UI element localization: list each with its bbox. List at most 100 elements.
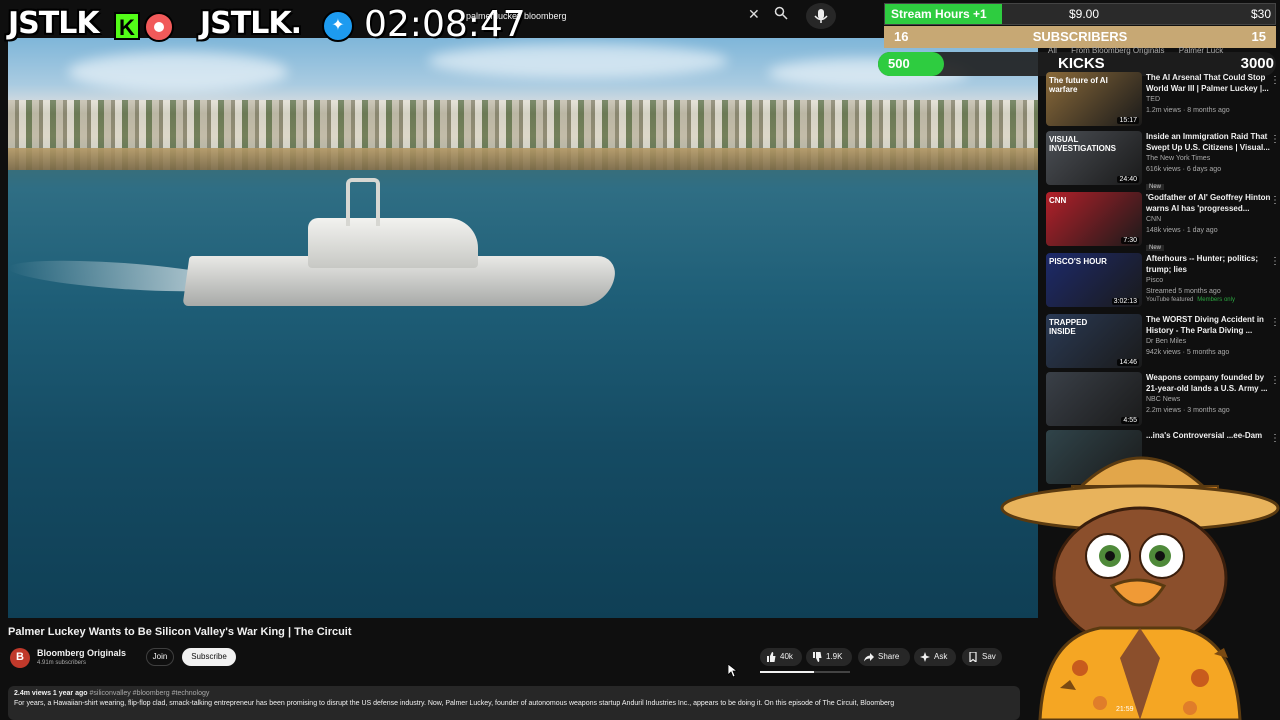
avatar[interactable] [10, 648, 30, 668]
video-title-link[interactable]: Inside an Immigration Raid That Swept Up… [1146, 131, 1272, 153]
mouse-cursor-icon [728, 664, 738, 678]
channel-name[interactable]: CNN [1146, 214, 1272, 225]
video-thumbnail[interactable]: The future of AI warfare 15:17 [1046, 72, 1142, 126]
thumbs-up-icon [767, 652, 776, 662]
video-meta: Afterhours -- Hunter; politics; trump; l… [1146, 253, 1272, 303]
twitter-bird-icon: ✦ [322, 10, 354, 42]
video-meta: Weapons company founded by 21-year-old l… [1146, 372, 1272, 416]
video-duration: 3:02:13 [1111, 298, 1139, 305]
join-button[interactable]: Join [146, 648, 174, 666]
save-button[interactable]: Sav [962, 648, 1002, 666]
hashtags[interactable]: #siliconvalley #bloomberg #technology [90, 690, 210, 697]
share-button[interactable]: Share [858, 648, 910, 666]
more-vert-icon[interactable]: ⋮ [1270, 133, 1280, 147]
more-vert-icon[interactable]: ⋮ [1270, 255, 1280, 269]
mic-icon[interactable] [806, 3, 836, 29]
stream-hours-goal: Stream Hours +1 $9.00 $30 [884, 3, 1276, 25]
more-vert-icon[interactable]: ⋮ [1270, 374, 1280, 388]
list-item[interactable]: The future of AI warfare 15:17 The AI Arse… [1046, 72, 1280, 130]
video-meta: Inside an Immigration Raid That Swept Up… [1146, 131, 1272, 193]
description-stats: 2.4m views 1 year ago #siliconvalley #bl… [14, 690, 1014, 697]
new-badge: New [1146, 184, 1165, 190]
video-meta: 'Godfather of AI' Geoffrey Hinton warns … [1146, 192, 1272, 254]
video-duration: 24:40 [1117, 176, 1139, 183]
video-title-link[interactable]: Afterhours -- Hunter; politics; trump; l… [1146, 253, 1272, 275]
list-item[interactable]: 4:55 Weapons company founded by 21-year-o… [1046, 372, 1280, 430]
video-duration: 7:30 [1121, 237, 1139, 244]
sparkle-icon [920, 652, 930, 662]
video-stats: 616k views · 6 days ago [1146, 166, 1222, 173]
video-meta: The AI Arsenal That Could Stop World War… [1146, 72, 1272, 116]
channel-subscriber-count: 4.91m subscribers [37, 660, 87, 666]
channel-name[interactable]: Dr Ben Miles [1146, 336, 1272, 347]
record-icon [144, 12, 174, 42]
more-vert-icon[interactable]: ⋮ [1270, 316, 1280, 330]
subscribe-button[interactable]: Subscribe [182, 648, 236, 666]
search-icon[interactable] [774, 6, 792, 26]
overlay-brand-kick: JSTLK [8, 6, 100, 41]
list-item[interactable]: PISCO'S HOUR 3:02:13 Afterhours -- Hunter;… [1046, 253, 1280, 311]
list-item[interactable]: TRAPPED INSIDE 14:46 The WORST Diving Acci… [1046, 314, 1280, 372]
boat-cabin [308, 218, 478, 268]
coastline-cliff [8, 148, 1038, 170]
sky-cloud [68, 52, 288, 92]
close-icon[interactable]: ✕ [748, 6, 764, 26]
sky-cloud [428, 44, 728, 78]
overlay-brand-twitter: JSTLK. [200, 6, 302, 41]
stream-hours-amount: $9.00 [1069, 7, 1100, 21]
channel-name[interactable]: The New York Times [1146, 153, 1272, 164]
members-only-label: Members only [1197, 297, 1235, 303]
description-box[interactable]: 2.4m views 1 year ago #siliconvalley #bl… [8, 686, 1020, 720]
channel-name[interactable]: Bloomberg Originals [37, 648, 126, 658]
video-title-link[interactable]: 'Godfather of AI' Geoffrey Hinton warns … [1146, 192, 1272, 214]
boat-mast [346, 178, 380, 226]
search-input[interactable]: palmer luckey bloomberg [460, 4, 772, 28]
bookmark-icon [969, 652, 977, 662]
video-title-link[interactable]: The AI Arsenal That Could Stop World War… [1146, 72, 1272, 94]
overlay-timestamp: 21:59 [1116, 706, 1134, 713]
video-player[interactable] [8, 38, 1038, 618]
chip-topic[interactable]: Palmer Luck [1179, 46, 1223, 55]
list-item[interactable]: CNN 7:30 'Godfather of AI' Geoffrey Hinton… [1046, 192, 1280, 251]
channel-name[interactable]: TED [1146, 94, 1272, 105]
thumbs-down-icon [813, 652, 822, 662]
video-thumbnail[interactable]: VISUAL INVESTIGATIONS 24:40 [1046, 131, 1142, 185]
featured-label: YouTube featured [1146, 297, 1194, 303]
channel-name[interactable]: Pisco [1146, 275, 1272, 286]
video-duration: 4:55 [1121, 417, 1139, 424]
chip-all[interactable]: All [1048, 46, 1057, 55]
more-vert-icon[interactable]: ⋮ [1270, 194, 1280, 208]
video-thumbnail[interactable]: 4:55 [1046, 372, 1142, 426]
video-meta: The WORST Diving Accident in History - T… [1146, 314, 1272, 358]
thumbnail-caption: The future of AI warfare [1049, 76, 1108, 94]
video-title: Palmer Luckey Wants to Be Silicon Valley… [8, 626, 352, 638]
video-thumbnail[interactable]: TRAPPED INSIDE 14:46 [1046, 314, 1142, 368]
video-stats: Streamed 5 months ago [1146, 288, 1221, 295]
ask-button[interactable]: Ask [914, 648, 956, 666]
video-stats: 1.2m views · 8 months ago [1146, 107, 1230, 114]
filter-chips: All From Bloomberg Originals Palmer Luck [1048, 46, 1235, 60]
hover-indicator [760, 671, 850, 673]
dislike-button[interactable]: 1.9K [806, 648, 852, 666]
video-thumbnail[interactable]: CNN 7:30 [1046, 192, 1142, 246]
video-stats: 2.2m views · 3 months ago [1146, 407, 1230, 414]
video-title-link[interactable]: The WORST Diving Accident in History - T… [1146, 314, 1272, 336]
share-icon [864, 653, 874, 662]
channel-name[interactable]: NBC News [1146, 394, 1272, 405]
description-text: For years, a Hawaiian-shirt wearing, fli… [14, 700, 895, 707]
subscribers-label: SUBSCRIBERS [1032, 29, 1128, 44]
new-badge: New [1146, 245, 1165, 251]
thumbnail-caption: CNN [1049, 196, 1067, 205]
thumbnail-caption: VISUAL INVESTIGATIONS [1049, 135, 1116, 153]
video-thumbnail[interactable]: PISCO'S HOUR 3:02:13 [1046, 253, 1142, 307]
video-duration: 14:46 [1117, 359, 1139, 366]
like-button[interactable]: 40k [760, 648, 802, 666]
stream-hours-max: $30 [1250, 7, 1271, 21]
video-stats: 148k views · 1 day ago [1146, 227, 1218, 234]
ask-label: Ask [934, 652, 948, 661]
more-vert-icon[interactable]: ⋮ [1270, 74, 1280, 88]
list-item[interactable]: VISUAL INVESTIGATIONS 24:40 Inside an Immi… [1046, 131, 1280, 190]
chip-channel[interactable]: From Bloomberg Originals [1071, 46, 1164, 55]
save-label: Sav [982, 652, 996, 661]
video-title-link[interactable]: Weapons company founded by 21-year-old l… [1146, 372, 1272, 394]
